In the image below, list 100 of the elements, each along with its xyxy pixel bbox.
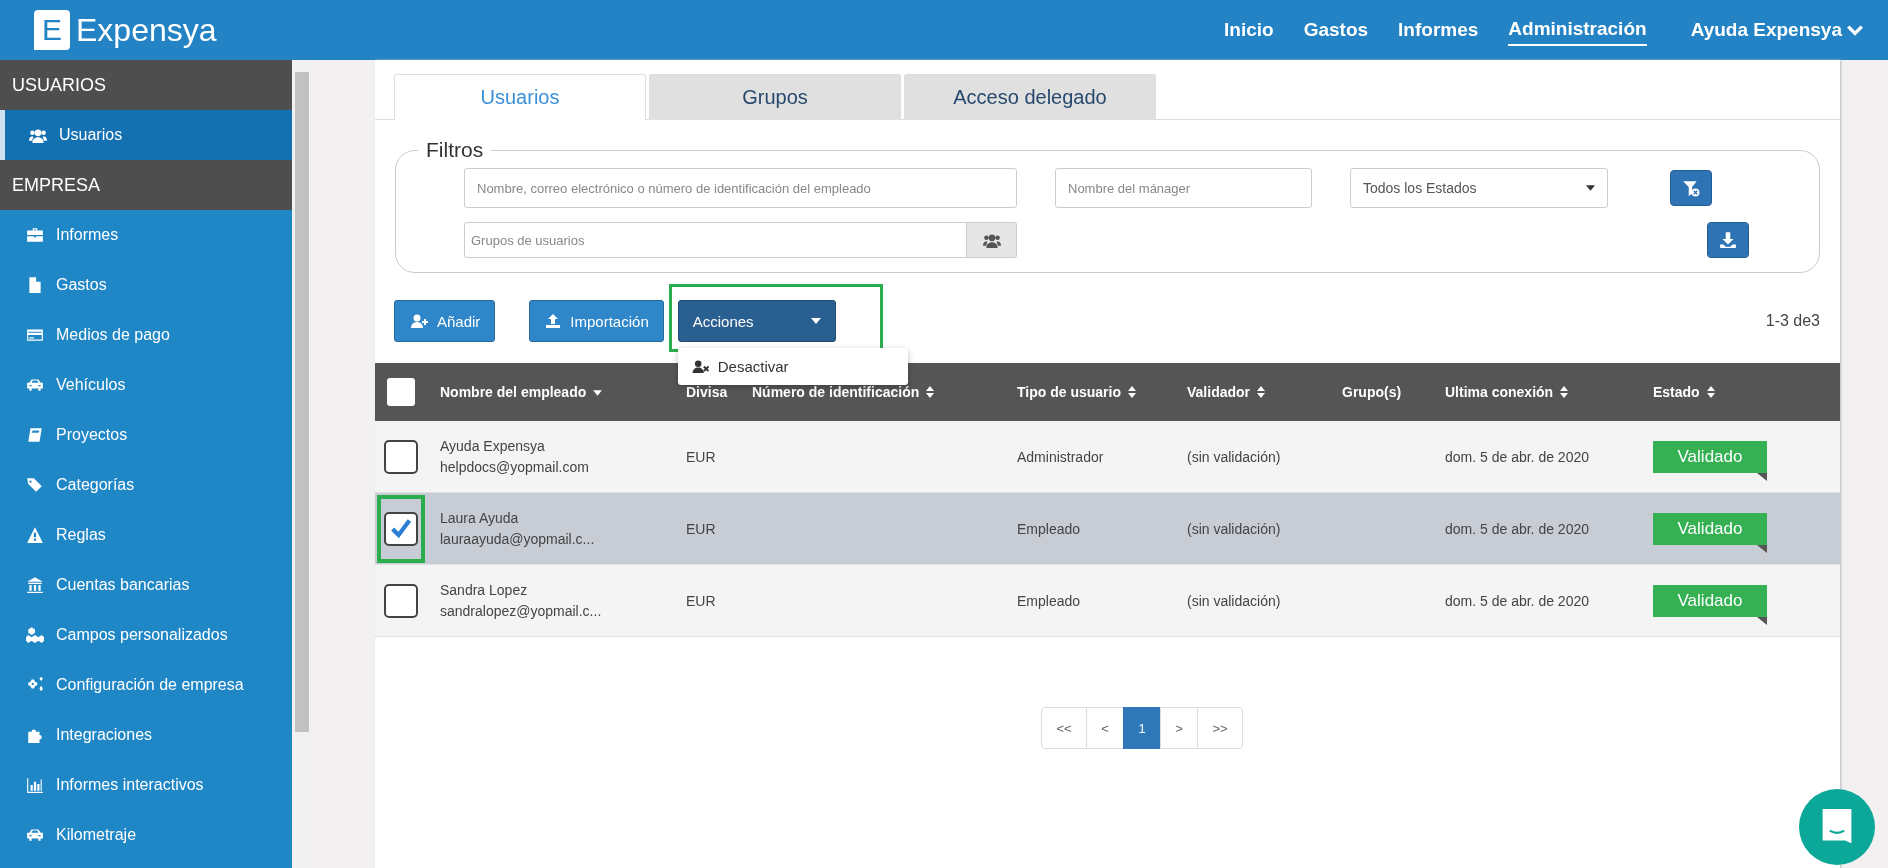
column-header[interactable]: Número de identificación xyxy=(752,384,936,400)
table-cell: dom. 5 de abr. de 2020 xyxy=(1445,592,1589,609)
sidebar-item[interactable]: Proyectos xyxy=(0,410,292,460)
menu-item[interactable]: Desactivar xyxy=(677,352,908,381)
status-badge: Validado xyxy=(1653,512,1767,545)
sidebar-item[interactable]: Medios de pago xyxy=(0,310,292,360)
table-cell: (sin validación) xyxy=(1187,592,1281,609)
employee-search-field[interactable]: Nombre, correo electrónico o número de identificación del empleado xyxy=(464,168,1017,208)
sidebar-item[interactable]: Integraciones xyxy=(0,710,292,760)
status-dropdown[interactable]: Todos los Estados xyxy=(1350,168,1608,208)
column-header[interactable]: Estado xyxy=(1653,384,1716,400)
table-cell: EUR xyxy=(686,592,716,609)
sidebar-item[interactable]: Configuración de empresa xyxy=(0,660,292,710)
warning-icon xyxy=(26,526,44,544)
table-cell: EUR xyxy=(686,448,716,465)
table-row[interactable]: Ayuda Expensya helpdocs@yopmail.com EUR Administrador (sin validación) dom. 5 de abr. de 2020 Validado xyxy=(375,421,1840,493)
table-row[interactable]: Laura Ayuda lauraayuda@yopmail.c... EUR Empleado (sin validación) dom. 5 de abr. de 2020 Validado xyxy=(375,493,1840,565)
add-user-icon xyxy=(409,313,429,329)
download-icon xyxy=(1719,231,1737,249)
book-icon xyxy=(26,426,44,444)
table-cell: dom. 5 de abr. de 2020 xyxy=(1445,448,1589,465)
column-header[interactable]: Nombre del empleado xyxy=(440,384,604,400)
logo-text: Expensya xyxy=(76,11,217,49)
row-checkbox[interactable] xyxy=(384,511,418,546)
download-button[interactable] xyxy=(1707,222,1749,258)
sort-icon xyxy=(925,385,936,399)
sidebar-item[interactable]: Cuentas bancarias xyxy=(0,560,292,610)
table-cell: (sin validación) xyxy=(1187,448,1281,465)
users-icon xyxy=(982,231,1001,249)
sidebar-item[interactable]: Vehículos xyxy=(0,360,292,410)
tab[interactable]: Acceso delegado xyxy=(904,74,1156,120)
sidebar-item[interactable]: Campos personalizados xyxy=(0,610,292,660)
car-icon xyxy=(26,826,44,844)
select-all-checkbox[interactable] xyxy=(387,378,415,406)
user-groups-field[interactable]: Grupos de usuarios xyxy=(464,222,967,258)
user-menu[interactable]: Ayuda Expensya xyxy=(1690,15,1864,45)
sidebar-section-title: EMPRESA xyxy=(0,160,292,210)
group-picker-button[interactable] xyxy=(967,222,1017,258)
table-cell: Administrador xyxy=(1017,448,1104,465)
column-header[interactable]: Validador xyxy=(1187,384,1267,400)
table-row[interactable]: Sandra Lopez sandralopez@yopmail.c... EUR Empleado (sin validación) dom. 5 de abr. de 2020 Validado xyxy=(375,565,1840,637)
employee-name: Laura Ayuda xyxy=(440,510,520,526)
column-header[interactable]: Divisa xyxy=(686,384,728,400)
employee-email: helpdocs@yopmail.com xyxy=(440,459,590,475)
sidebar-item[interactable]: Reglas xyxy=(0,510,292,560)
badge-fold-icon xyxy=(1757,616,1767,625)
row-checkbox[interactable] xyxy=(384,583,418,618)
page-button[interactable]: > xyxy=(1160,707,1198,749)
column-header[interactable]: Tipo de usuario xyxy=(1017,384,1137,400)
manager-field[interactable]: Nombre del mánager xyxy=(1055,168,1312,208)
badge-fold-icon xyxy=(1757,472,1767,481)
page-button[interactable]: >> xyxy=(1197,707,1243,749)
sidebar-item[interactable]: Informes xyxy=(0,210,292,260)
credit-card-icon xyxy=(26,326,44,344)
page-button[interactable]: << xyxy=(1041,707,1087,749)
page-button[interactable]: 1 xyxy=(1123,707,1161,749)
nav-link[interactable]: Gastos xyxy=(1303,15,1369,45)
employee-email: sandralopez@yopmail.c... xyxy=(440,603,603,619)
users-icon xyxy=(29,126,47,144)
table-cell: EUR xyxy=(686,520,716,537)
nav-link[interactable]: Administración xyxy=(1508,14,1647,46)
document-icon xyxy=(26,276,44,294)
page-button[interactable]: < xyxy=(1086,707,1124,749)
import-button[interactable]: Importación xyxy=(529,300,664,342)
caret-icon xyxy=(810,318,821,324)
clear-filter-button[interactable] xyxy=(1670,170,1712,206)
column-header[interactable]: Ultima conexión xyxy=(1445,384,1570,400)
badge-fold-icon xyxy=(1757,544,1767,553)
sidebar-item[interactable]: Usuarios xyxy=(0,110,292,160)
tab[interactable]: Grupos xyxy=(649,74,901,120)
remove-user-icon xyxy=(691,359,710,374)
sidebar-item[interactable]: Informes interactivos xyxy=(0,760,292,810)
nav-link[interactable]: Inicio xyxy=(1224,15,1274,45)
table-cell: (sin validación) xyxy=(1187,520,1281,537)
filters-legend: Filtros xyxy=(418,138,492,162)
table-cell: Empleado xyxy=(1017,520,1081,537)
sidebar-item[interactable]: Gastos xyxy=(0,260,292,310)
chevron-down-icon xyxy=(1846,23,1864,37)
upload-icon xyxy=(544,313,563,329)
caret-icon xyxy=(1586,185,1595,191)
actions-dropdown-button[interactable]: Acciones xyxy=(677,300,836,342)
tag-icon xyxy=(26,476,44,494)
table-cell: dom. 5 de abr. de 2020 xyxy=(1445,520,1589,537)
add-user-button[interactable]: Añadir xyxy=(394,300,496,342)
logo-icon: E xyxy=(34,10,70,50)
sort-icon xyxy=(1127,385,1137,399)
status-badge: Validado xyxy=(1653,440,1767,473)
sort-icon xyxy=(1256,385,1267,399)
row-checkbox[interactable] xyxy=(384,439,418,474)
sidebar-item[interactable]: Kilometraje xyxy=(0,810,292,860)
status-badge: Validado xyxy=(1653,584,1767,617)
tab[interactable]: Usuarios xyxy=(394,74,646,120)
sort-icon xyxy=(1559,385,1570,399)
sidebar-item[interactable]: Categorías xyxy=(0,460,292,510)
employee-name: Ayuda Expensya xyxy=(440,438,546,454)
nav-link[interactable]: Informes xyxy=(1398,15,1479,45)
sort-icon xyxy=(1705,385,1716,399)
table-cell: Empleado xyxy=(1017,592,1081,609)
column-header[interactable]: Grupo(s) xyxy=(1342,384,1402,400)
employee-name: Sandra Lopez xyxy=(440,582,529,598)
